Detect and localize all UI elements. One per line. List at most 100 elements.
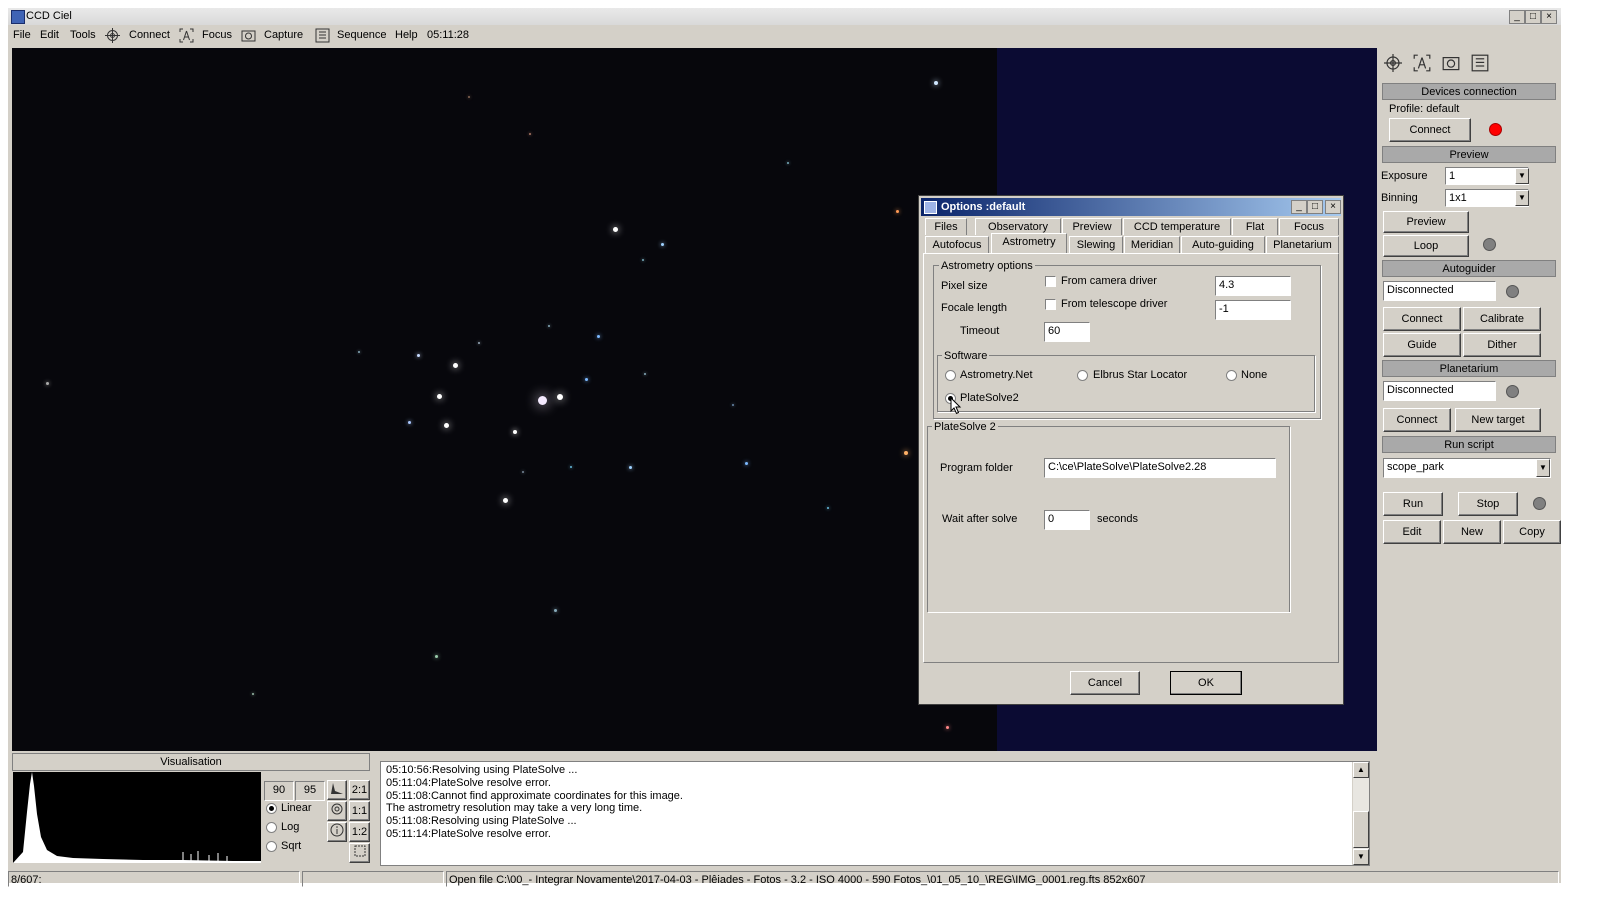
- sequence-icon[interactable]: [315, 28, 330, 43]
- visualisation-header: Visualisation: [12, 753, 370, 771]
- ok-button[interactable]: OK: [1170, 671, 1242, 695]
- histogram-chart[interactable]: [13, 772, 261, 863]
- star: [642, 259, 644, 261]
- none-radio[interactable]: [1226, 370, 1237, 381]
- calibrate-button[interactable]: Calibrate: [1463, 307, 1541, 331]
- script-copy-button[interactable]: Copy: [1503, 520, 1561, 544]
- sqrt-radio[interactable]: [266, 841, 277, 852]
- astrometry-net-radio[interactable]: [945, 370, 956, 381]
- focus-icon[interactable]: [179, 28, 194, 43]
- script-new-button[interactable]: New: [1443, 520, 1501, 544]
- close-button[interactable]: ×: [1541, 10, 1557, 24]
- star: [597, 335, 600, 338]
- crosshair-icon[interactable]: [105, 28, 120, 43]
- script-select[interactable]: scope_park: [1383, 458, 1551, 478]
- tab-preview[interactable]: Preview: [1062, 218, 1122, 235]
- menu-tools[interactable]: Tools: [70, 29, 96, 41]
- sequence-tool-icon[interactable]: [1471, 54, 1489, 72]
- timeout-input[interactable]: 60: [1044, 322, 1090, 342]
- star: [585, 378, 588, 381]
- from-telescope-driver-checkbox[interactable]: [1045, 299, 1056, 310]
- platesolve2-label: PlateSolve2: [960, 392, 1019, 404]
- cancel-button[interactable]: Cancel: [1070, 671, 1140, 695]
- scroll-thumb[interactable]: [1353, 811, 1369, 848]
- camera-icon[interactable]: [241, 28, 256, 43]
- capture-tool-icon[interactable]: [1442, 54, 1460, 72]
- star: [554, 609, 557, 612]
- script-edit-button[interactable]: Edit: [1383, 520, 1441, 544]
- zoom-2-1-button[interactable]: 2:1: [349, 780, 370, 800]
- histogram-low-field[interactable]: 90: [264, 781, 294, 801]
- maximize-button[interactable]: □: [1525, 10, 1541, 24]
- tab-auto-guiding[interactable]: Auto-guiding: [1181, 236, 1265, 253]
- dither-button[interactable]: Dither: [1463, 333, 1541, 357]
- zoom-fit-icon[interactable]: [349, 843, 370, 863]
- linear-radio[interactable]: [266, 803, 277, 814]
- menu-capture[interactable]: Capture: [264, 29, 303, 41]
- binning-dropdown-icon[interactable]: ▼: [1515, 190, 1529, 206]
- info-icon[interactable]: [327, 822, 347, 842]
- dialog-maximize-button[interactable]: □: [1307, 200, 1323, 214]
- tab-ccd-temperature[interactable]: CCD temperature: [1123, 218, 1231, 235]
- new-target-button[interactable]: New target: [1455, 408, 1541, 432]
- scroll-down-icon[interactable]: ▼: [1353, 849, 1369, 865]
- focale-length-label: Focale length: [941, 302, 1008, 314]
- star: [478, 342, 480, 344]
- pixel-size-input[interactable]: 4.3: [1215, 276, 1291, 296]
- elbrus-radio[interactable]: [1077, 370, 1088, 381]
- exposure-dropdown-icon[interactable]: ▼: [1515, 168, 1529, 184]
- focus-tool-icon[interactable]: [1413, 54, 1431, 72]
- autoguider-connect-button[interactable]: Connect: [1383, 307, 1461, 331]
- tab-focus[interactable]: Focus: [1279, 218, 1339, 235]
- tab-astrometry[interactable]: Astrometry: [991, 233, 1067, 254]
- tab-flat[interactable]: Flat: [1232, 218, 1278, 235]
- connect-tool-icon[interactable]: [1384, 54, 1402, 72]
- planetarium-connect-button[interactable]: Connect: [1383, 408, 1451, 432]
- tab-slewing[interactable]: Slewing: [1069, 236, 1123, 253]
- star: [358, 351, 360, 353]
- guide-button[interactable]: Guide: [1383, 333, 1461, 357]
- menu-edit[interactable]: Edit: [40, 29, 59, 41]
- menu-file[interactable]: File: [13, 29, 31, 41]
- tab-meridian[interactable]: Meridian: [1124, 236, 1180, 253]
- menu-help[interactable]: Help: [395, 29, 418, 41]
- tab-autofocus[interactable]: Autofocus: [925, 236, 989, 253]
- log-scrollbar[interactable]: ▲ ▼: [1352, 762, 1369, 865]
- tab-files[interactable]: Files: [925, 218, 967, 235]
- menu-sequence[interactable]: Sequence: [337, 29, 387, 41]
- tab-planetarium[interactable]: Planetarium: [1266, 236, 1339, 253]
- astrometry-net-label: Astrometry.Net: [960, 369, 1033, 381]
- zoom-1-2-button[interactable]: 1:2: [349, 822, 370, 842]
- star: [435, 655, 438, 658]
- menu-connect[interactable]: Connect: [129, 29, 170, 41]
- minimize-button[interactable]: _: [1509, 10, 1525, 24]
- star: [252, 693, 254, 695]
- exposure-label: Exposure: [1381, 170, 1428, 182]
- dialog-close-button[interactable]: ×: [1325, 200, 1341, 214]
- menu-focus[interactable]: Focus: [202, 29, 232, 41]
- loop-button[interactable]: Loop: [1383, 235, 1469, 257]
- dialog-minimize-button[interactable]: _: [1291, 200, 1307, 214]
- log-radio[interactable]: [266, 822, 277, 833]
- star: [408, 421, 411, 424]
- target-icon[interactable]: [327, 801, 347, 821]
- histogram-icon[interactable]: [327, 780, 347, 800]
- from-camera-driver-checkbox[interactable]: [1045, 276, 1056, 287]
- star: [529, 133, 531, 135]
- program-folder-input[interactable]: C:\ce\PlateSolve\PlateSolve2.28: [1044, 458, 1276, 478]
- log-line: 05:11:04:PlateSolve resolve error.: [386, 776, 551, 789]
- preview-button[interactable]: Preview: [1383, 211, 1469, 233]
- scroll-up-icon[interactable]: ▲: [1353, 762, 1369, 778]
- status-middle: [302, 871, 444, 887]
- run-script-header: Run script: [1382, 436, 1556, 453]
- devices-connect-button[interactable]: Connect: [1389, 118, 1471, 142]
- run-button[interactable]: Run: [1383, 492, 1443, 516]
- wait-after-solve-input[interactable]: 0: [1044, 510, 1090, 530]
- script-dropdown-icon[interactable]: ▼: [1536, 459, 1550, 477]
- histogram-high-field[interactable]: 95: [295, 781, 325, 801]
- zoom-1-1-button[interactable]: 1:1: [349, 801, 370, 821]
- focale-length-input[interactable]: -1: [1215, 300, 1291, 320]
- star: [896, 210, 899, 213]
- stop-button[interactable]: Stop: [1458, 492, 1518, 516]
- message-log[interactable]: 05:10:56:Resolving using PlateSolve ... 0…: [380, 761, 1370, 866]
